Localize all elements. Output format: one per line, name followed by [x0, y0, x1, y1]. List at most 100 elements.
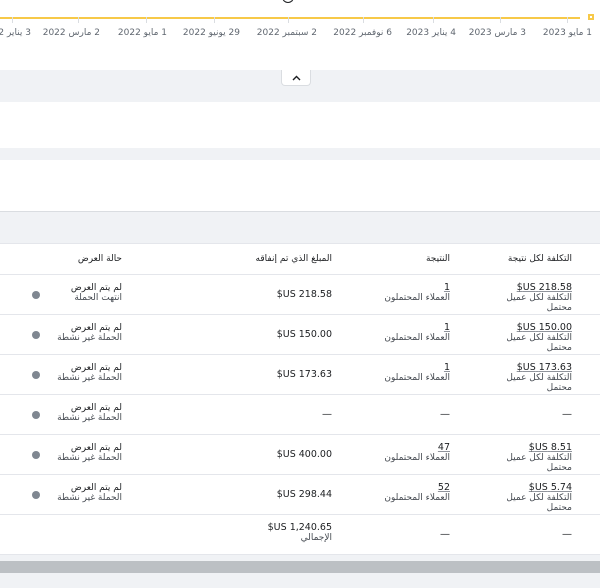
amount-spent-cell: 400.00 US$ [276, 448, 332, 460]
column-header-delivery[interactable]: حالة العرض [27, 244, 122, 274]
delivery-substatus: انتهت الحملة [74, 293, 122, 303]
delivery-status: لم يتم العرض [70, 323, 122, 333]
status-dot-icon [32, 371, 40, 379]
cost-per-result-link[interactable]: 8.51 US$ [482, 443, 572, 453]
cost-per-result-label: التكلفة لكل عميل محتمل [506, 493, 572, 513]
cost-per-result-link[interactable]: 150.00 US$ [482, 323, 572, 333]
amount-spent-cell: — [322, 408, 332, 420]
amount-spent-cell: 218.58 US$ [276, 288, 332, 300]
horizontal-scrollbar[interactable] [0, 561, 600, 573]
x-tick [288, 17, 289, 23]
delivery-cell: لم يتم العرض الحملة غير نشطة [27, 475, 122, 514]
delivery-cell: لم يتم العرض الحملة غير نشطة [27, 355, 122, 394]
delivery-cell: لم يتم العرض الحملة غير نشطة [27, 315, 122, 354]
delivery-status: لم يتم العرض [70, 403, 122, 413]
column-header-amount-spent[interactable]: المبلغ الذي تم إنفاقه [222, 244, 332, 274]
results-cell: 1 العملاء المحتملون [360, 315, 450, 354]
table-header-row: التكلفة لكل نتيجة النتيجة المبلغ الذي تم… [0, 243, 600, 275]
x-tick-label: 2 سبتمبر 2022 [256, 28, 317, 38]
cost-per-result-link[interactable]: 173.63 US$ [482, 363, 572, 373]
ads-manager-page: 1 مايو 2023 3 مارس 2023 4 يناير 2023 6 ن… [0, 0, 600, 588]
x-tick [363, 17, 364, 23]
total-amount-spent-cell: 1,240.65 US$ الإجمالي [222, 515, 332, 554]
x-tick [12, 17, 13, 23]
delivery-substatus: الحملة غير نشطة [57, 453, 122, 463]
x-tick [146, 17, 147, 23]
total-cost-per-result: — [562, 528, 572, 540]
x-tick [433, 17, 434, 23]
status-dot-icon [32, 451, 40, 459]
status-dot-icon [32, 491, 40, 499]
delivery-cell: لم يتم العرض انتهت الحملة [27, 275, 122, 314]
status-dot-icon [32, 411, 40, 419]
cost-per-result-cell: — [562, 408, 572, 420]
content-panel [0, 102, 600, 148]
results-label: العملاء المحتملون [384, 373, 450, 383]
table-row[interactable]: 5.74 US$ التكلفة لكل عميل محتمل 52 العمل… [0, 475, 600, 515]
total-label: الإجمالي [300, 533, 332, 543]
results-label: العملاء المحتملون [384, 333, 450, 343]
table-row[interactable]: 150.00 US$ التكلفة لكل عميل محتمل 1 العم… [0, 315, 600, 355]
table-total-row: — — 1,240.65 US$ الإجمالي [0, 515, 600, 555]
cost-per-result-label: التكلفة لكل عميل محتمل [506, 293, 572, 313]
chart-point-marker[interactable] [282, 0, 294, 3]
campaigns-table: التكلفة لكل نتيجة النتيجة المبلغ الذي تم… [0, 243, 600, 555]
delivery-status: لم يتم العرض [70, 483, 122, 493]
delivery-substatus: الحملة غير نشطة [57, 333, 122, 343]
status-dot-icon [32, 331, 40, 339]
cost-per-result-cell: 173.63 US$ التكلفة لكل عميل محتمل [482, 355, 572, 394]
cost-per-result-label: التكلفة لكل عميل محتمل [506, 453, 572, 473]
results-cell: 52 العملاء المحتملون [360, 475, 450, 514]
cost-per-result-cell: 5.74 US$ التكلفة لكل عميل محتمل [482, 475, 572, 514]
table-row[interactable]: — — — لم يتم العرض الحملة غير نشطة [0, 395, 600, 435]
x-tick [567, 17, 568, 23]
results-label: العملاء المحتملون [384, 493, 450, 503]
cost-per-result-label: التكلفة لكل عميل محتمل [506, 373, 572, 393]
delivery-substatus: الحملة غير نشطة [57, 373, 122, 383]
results-link[interactable]: 1 [360, 323, 450, 333]
chart-x-ticks [0, 17, 600, 23]
status-dot-icon [32, 291, 40, 299]
results-link[interactable]: 47 [360, 443, 450, 453]
table-row[interactable]: 8.51 US$ التكلفة لكل عميل محتمل 47 العمل… [0, 435, 600, 475]
delivery-substatus: الحملة غير نشطة [57, 413, 122, 423]
x-tick-label: 4 يناير 2023 [406, 28, 456, 38]
column-header-cost-per-result[interactable]: التكلفة لكل نتيجة [482, 244, 572, 274]
results-label: العملاء المحتملون [384, 453, 450, 463]
table-row[interactable]: 173.63 US$ التكلفة لكل عميل محتمل 1 العم… [0, 355, 600, 395]
results-link[interactable]: 1 [360, 283, 450, 293]
content-panel [0, 160, 600, 212]
total-amount-spent: 1,240.65 US$ [267, 522, 332, 533]
x-tick-label: 1 مايو 2023 [542, 28, 592, 38]
cost-per-result-link[interactable]: 5.74 US$ [482, 483, 572, 493]
delivery-status: لم يتم العرض [70, 363, 122, 373]
delivery-substatus: الحملة غير نشطة [57, 493, 122, 503]
x-tick-label: 3 مارس 2023 [468, 28, 526, 38]
delivery-cell: لم يتم العرض الحملة غير نشطة [27, 435, 122, 474]
table-row[interactable]: 218.58 US$ التكلفة لكل عميل محتمل 1 العم… [0, 275, 600, 315]
delivery-cell: لم يتم العرض الحملة غير نشطة [27, 395, 122, 434]
collapse-chart-button[interactable] [281, 70, 311, 86]
results-cell: 1 العملاء المحتملون [360, 355, 450, 394]
delivery-status: لم يتم العرض [70, 283, 122, 293]
x-tick-label: 3 يناير 2 [0, 28, 31, 38]
x-tick-label: 1 مايو 2022 [117, 28, 167, 38]
results-cell: — [440, 408, 450, 420]
x-tick-label: 6 نوفمبر 2022 [333, 28, 392, 38]
cost-per-result-cell: 150.00 US$ التكلفة لكل عميل محتمل [482, 315, 572, 354]
results-link[interactable]: 52 [360, 483, 450, 493]
cost-per-result-link[interactable]: 218.58 US$ [482, 283, 572, 293]
performance-chart: 1 مايو 2023 3 مارس 2023 4 يناير 2023 6 ن… [0, 0, 600, 70]
cost-per-result-cell: 218.58 US$ التكلفة لكل عميل محتمل [482, 275, 572, 314]
x-tick [214, 17, 215, 23]
results-link[interactable]: 1 [360, 363, 450, 373]
amount-spent-cell: 173.63 US$ [276, 368, 332, 380]
amount-spent-cell: 298.44 US$ [276, 488, 332, 500]
x-tick [500, 17, 501, 23]
x-tick-label: 2 مارس 2022 [42, 28, 100, 38]
column-header-results[interactable]: النتيجة [360, 244, 450, 274]
amount-spent-cell: 150.00 US$ [276, 328, 332, 340]
results-label: العملاء المحتملون [384, 293, 450, 303]
cost-per-result-cell: 8.51 US$ التكلفة لكل عميل محتمل [482, 435, 572, 474]
results-cell: 47 العملاء المحتملون [360, 435, 450, 474]
